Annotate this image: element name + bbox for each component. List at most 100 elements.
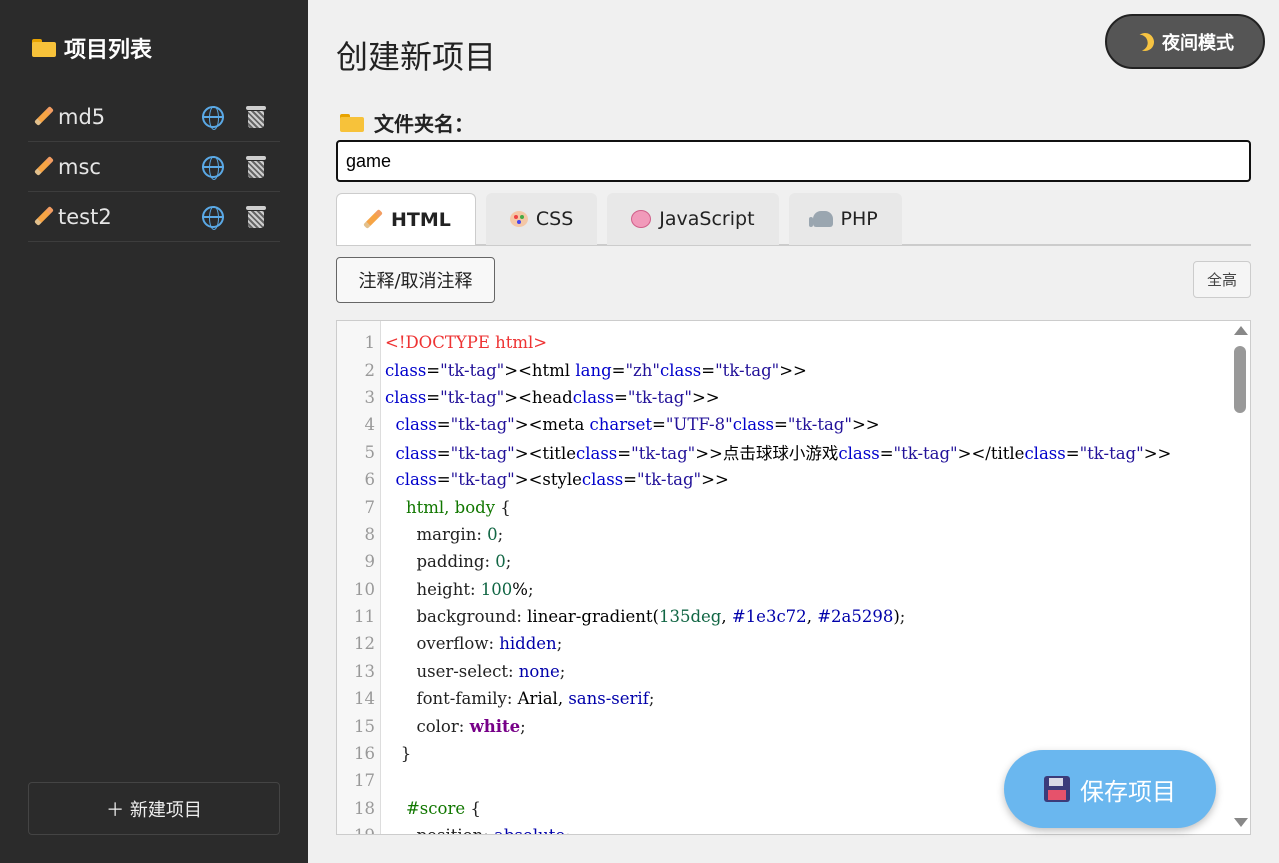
full-height-button[interactable]: 全高: [1193, 261, 1251, 298]
page-title: 创建新项目: [336, 38, 497, 76]
project-item[interactable]: msc: [28, 142, 280, 192]
code-text[interactable]: height: 100%;: [385, 580, 533, 599]
code-text[interactable]: color: white;: [385, 717, 525, 736]
code-text[interactable]: #score {: [385, 799, 481, 818]
folder-icon: [340, 113, 364, 132]
pencil-icon[interactable]: [32, 206, 54, 228]
pencil-icon: [361, 209, 383, 231]
code-text[interactable]: user-select: none;: [385, 662, 565, 681]
scroll-up-icon[interactable]: [1234, 326, 1248, 335]
line-number: 5: [364, 442, 376, 462]
line-number: 15: [354, 716, 375, 736]
code-text[interactable]: html, body {: [385, 498, 511, 517]
code-line[interactable]: 3 class="tk-tag"><headclass="tk-tag">>: [337, 384, 1227, 411]
line-number: 6: [364, 470, 376, 490]
line-number: 8: [364, 524, 376, 544]
code-line[interactable]: 4 class="tk-tag"><meta charset="UTF-8"cl…: [337, 411, 1227, 438]
brain-icon: [631, 210, 652, 228]
save-label: 保存项目: [1080, 777, 1176, 806]
code-text[interactable]: padding: 0;: [385, 552, 511, 571]
pencil-icon[interactable]: [32, 106, 54, 128]
code-text[interactable]: class="tk-tag"><meta charset="UTF-8"clas…: [385, 415, 880, 434]
floppy-disk-icon: [1044, 776, 1070, 802]
night-mode-label: 夜间模式: [1162, 32, 1234, 54]
code-line[interactable]: 14 font-family: Arial, sans-serif;: [337, 685, 1227, 712]
code-text[interactable]: class="tk-tag"><styleclass="tk-tag">>: [385, 470, 729, 489]
code-line[interactable]: 15 color: white;: [337, 712, 1227, 739]
line-number: 3: [364, 387, 376, 407]
code-text[interactable]: position: absolute;: [385, 826, 570, 834]
sidebar-title: 项目列表: [32, 32, 152, 64]
project-name[interactable]: msc: [58, 155, 202, 179]
line-number: 16: [354, 744, 375, 764]
folder-icon: [32, 39, 56, 57]
sidebar: 项目列表 md5 msc test2 ＋ 新建项目: [0, 0, 308, 863]
toggle-comment-button[interactable]: 注释/取消注释: [336, 257, 495, 303]
code-text[interactable]: class="tk-tag"><headclass="tk-tag">>: [385, 388, 720, 407]
code-line[interactable]: 2 class="tk-tag"><html lang="zh"class="tk…: [337, 356, 1227, 383]
code-line[interactable]: 10 height: 100%;: [337, 576, 1227, 603]
globe-icon[interactable]: [202, 105, 224, 130]
globe-icon[interactable]: [202, 155, 224, 180]
line-number: 18: [354, 798, 375, 818]
line-number: 17: [354, 771, 375, 791]
project-list: md5 msc test2: [28, 92, 280, 242]
code-line[interactable]: 8 margin: 0;: [337, 521, 1227, 548]
code-text[interactable]: class="tk-tag"><html lang="zh"class="tk-…: [385, 361, 807, 380]
line-number: 9: [364, 552, 376, 572]
code-text[interactable]: }: [385, 744, 412, 763]
code-line[interactable]: 9 padding: 0;: [337, 548, 1227, 575]
line-number: 11: [354, 607, 375, 627]
tab-label: CSS: [535, 208, 574, 230]
elephant-icon: [808, 211, 833, 227]
editor-tabs: HTML CSS JavaScript PHP: [336, 193, 1251, 246]
code-text[interactable]: class="tk-tag"><titleclass="tk-tag">>点击球…: [385, 440, 1172, 464]
line-number: 13: [354, 661, 375, 681]
line-number: 19: [337, 826, 375, 834]
trash-icon[interactable]: [246, 205, 266, 228]
code-text[interactable]: overflow: hidden;: [385, 634, 562, 653]
tab-javascript[interactable]: JavaScript: [607, 193, 779, 245]
line-number: 10: [354, 579, 375, 599]
line-number: 1: [364, 333, 376, 353]
code-line[interactable]: 13 user-select: none;: [337, 658, 1227, 685]
tab-css[interactable]: CSS: [485, 193, 598, 245]
scroll-thumb[interactable]: [1234, 346, 1246, 413]
project-item[interactable]: test2: [28, 192, 280, 242]
trash-icon[interactable]: [246, 155, 266, 178]
globe-icon[interactable]: [202, 205, 224, 230]
code-line[interactable]: 11 background: linear-gradient(135deg, #…: [337, 603, 1227, 630]
pencil-icon[interactable]: [32, 156, 54, 178]
code-text[interactable]: margin: 0;: [385, 525, 503, 544]
line-number: 2: [364, 360, 376, 380]
project-name[interactable]: md5: [58, 105, 202, 129]
folder-name-input[interactable]: [336, 140, 1251, 182]
editor-scrollbar[interactable]: [1230, 322, 1250, 833]
tab-php[interactable]: PHP: [788, 193, 902, 245]
project-item[interactable]: md5: [28, 92, 280, 142]
folder-name-label-text: 文件夹名：: [374, 112, 474, 136]
code-text[interactable]: font-family: Arial, sans-serif;: [385, 689, 654, 708]
code-text[interactable]: <!DOCTYPE html>: [385, 333, 547, 352]
new-project-button[interactable]: ＋ 新建项目: [28, 782, 280, 835]
sidebar-title-text: 项目列表: [64, 38, 153, 63]
trash-icon[interactable]: [246, 105, 266, 128]
code-line[interactable]: 5 class="tk-tag"><titleclass="tk-tag">>点…: [337, 439, 1227, 466]
palette-icon: [509, 211, 528, 227]
code-line[interactable]: 7 html, body {: [337, 493, 1227, 520]
code-line[interactable]: 12 overflow: hidden;: [337, 630, 1227, 657]
save-project-button[interactable]: 保存项目: [1004, 750, 1216, 828]
moon-icon: [1133, 29, 1158, 54]
line-number: 4: [364, 415, 376, 435]
code-text[interactable]: background: linear-gradient(135deg, #1e3…: [385, 607, 905, 626]
code-line[interactable]: 6 class="tk-tag"><styleclass="tk-tag">>: [337, 466, 1227, 493]
tab-html[interactable]: HTML: [336, 193, 476, 245]
code-line[interactable]: 1 <!DOCTYPE html>: [337, 329, 1227, 356]
scroll-down-icon[interactable]: [1234, 818, 1248, 827]
line-number: 7: [364, 497, 376, 517]
folder-name-label: 文件夹名：: [340, 108, 474, 137]
project-name[interactable]: test2: [58, 205, 202, 229]
line-number: 14: [354, 689, 375, 709]
night-mode-button[interactable]: 夜间模式: [1105, 14, 1265, 69]
tab-label: JavaScript: [659, 208, 755, 230]
